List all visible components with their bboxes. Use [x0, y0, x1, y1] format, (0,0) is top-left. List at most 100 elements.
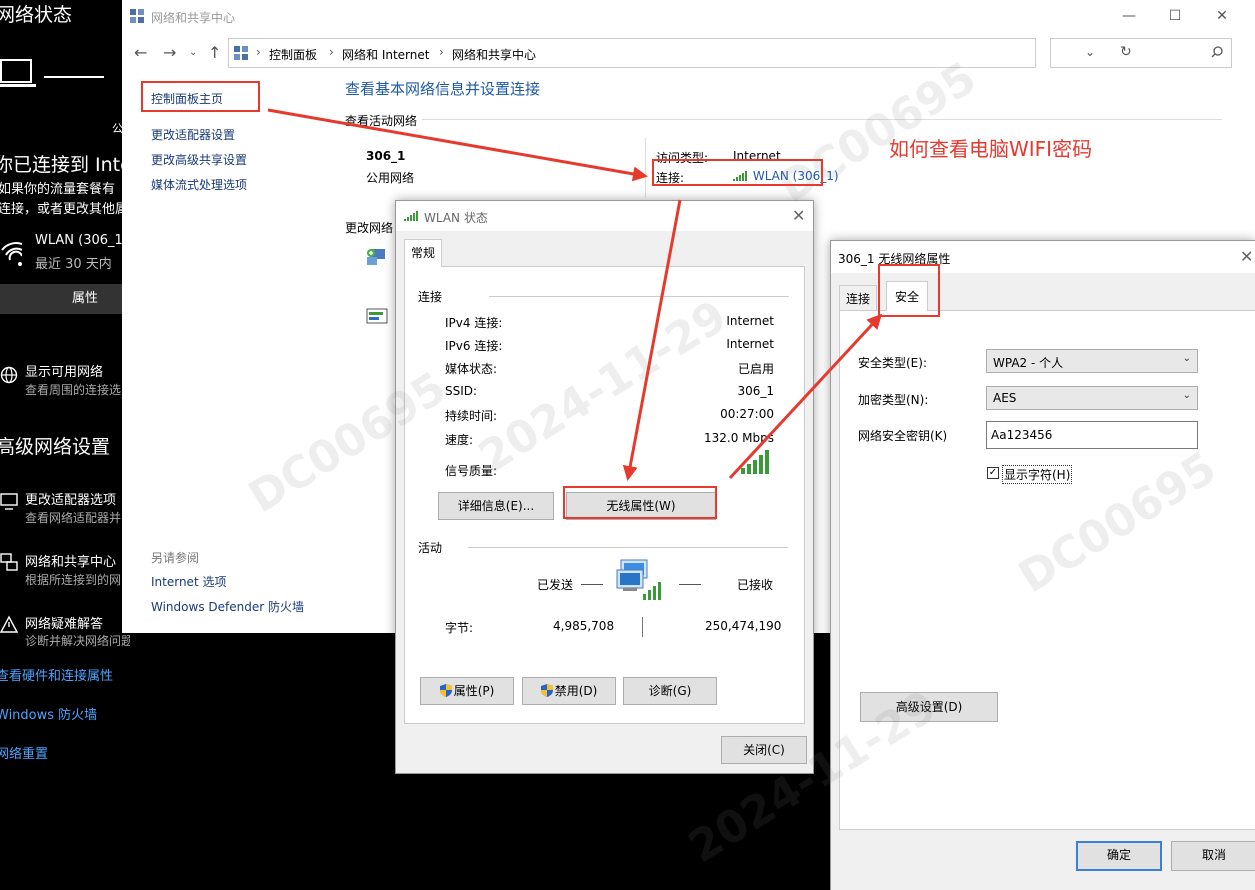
network-reset-link[interactable]: 网络重置	[0, 743, 48, 762]
desc-line-2: 连接，或者更改其他属	[0, 202, 129, 217]
encryption-type-label: 加密类型(N):	[858, 393, 929, 407]
divider	[422, 119, 1222, 120]
highlight-control-panel-home	[141, 81, 260, 112]
recent-dropdown-icon[interactable]: ⌄	[189, 47, 197, 58]
network-type: 公用网络	[366, 171, 415, 185]
globe-icon	[0, 366, 18, 384]
new-connection-icon[interactable]	[365, 245, 389, 269]
bytes-received-value: 250,474,190	[705, 619, 782, 633]
breadcrumb-separator: ›	[439, 45, 444, 59]
breadcrumb-separator: ›	[329, 45, 334, 59]
forward-icon[interactable]: →	[163, 43, 176, 62]
dialog-title: WLAN 状态	[424, 211, 488, 225]
tab-security[interactable]: 安全	[886, 281, 929, 311]
maximize-icon[interactable]: ☐	[1165, 8, 1185, 24]
close-icon[interactable]: ✕	[1240, 247, 1253, 266]
minimize-icon[interactable]: —	[1119, 8, 1139, 24]
speed-value: 132.0 Mbps	[703, 431, 774, 445]
network-name: 306_1	[366, 149, 406, 163]
control-panel-icon	[234, 46, 248, 60]
show-networks-title[interactable]: 显示可用网络	[25, 361, 103, 380]
search-input[interactable]	[1050, 38, 1232, 68]
uac-shield-icon	[439, 684, 452, 697]
encryption-type-value: AES	[993, 391, 1017, 405]
settings-network-status-panel: 网络状态 公 你已连接到 Inter 如果你的流量套餐有 连接，或者更改其他属 …	[0, 0, 130, 890]
nav-change-adapter[interactable]: 更改适配器设置	[151, 126, 235, 143]
troubleshoot-icon[interactable]	[365, 305, 389, 329]
breadcrumb-separator: ›	[256, 45, 261, 59]
see-also-label: 另请参阅	[151, 551, 200, 565]
duration-label: 持续时间:	[445, 409, 498, 423]
sharing-center-title[interactable]: 网络和共享中心	[25, 551, 116, 570]
hardware-properties-link[interactable]: 查看硬件和连接属性	[0, 665, 113, 684]
address-bar-row: ← → ⌄ ↑ › 控制面板 › 网络和 Internet › 网络和共享中心 …	[122, 32, 1255, 74]
back-icon[interactable]: ←	[134, 43, 147, 62]
ssid-value: 306_1	[737, 384, 774, 398]
internet-options-link[interactable]: Internet 选项	[151, 573, 226, 590]
show-characters-label[interactable]: 显示字符(H)	[1002, 465, 1073, 484]
advanced-network-heading: 高级网络设置	[0, 436, 111, 458]
show-characters-checkbox[interactable]: ✓	[987, 467, 999, 479]
divider	[468, 547, 788, 548]
details-button[interactable]: 详细信息(E)...	[438, 492, 554, 520]
troubleshoot-title[interactable]: 网络疑难解答	[25, 613, 103, 632]
divider	[679, 584, 701, 585]
divider	[489, 296, 789, 297]
breadcrumb-network-internet[interactable]: 网络和 Internet	[342, 46, 429, 63]
close-button[interactable]: 关闭(C)	[721, 736, 807, 764]
change-settings-label: 更改网络	[345, 221, 394, 235]
network-computers-icon	[616, 559, 661, 600]
ipv6-label: IPv6 连接:	[445, 339, 503, 353]
warning-icon	[0, 615, 18, 633]
breadcrumb-sharing-center[interactable]: 网络和共享中心	[452, 46, 536, 63]
received-label: 已接收	[737, 578, 774, 592]
up-icon[interactable]: ↑	[208, 43, 221, 62]
bytes-sent-value: 4,985,708	[553, 619, 615, 633]
properties-button[interactable]: 属性(P)	[420, 677, 514, 705]
address-bar[interactable]: › 控制面板 › 网络和 Internet › 网络和共享中心 ⌄ ↻	[228, 38, 1132, 68]
wlan-usage: 最近 30 天内	[35, 257, 112, 272]
nav-advanced-sharing[interactable]: 更改高级共享设置	[151, 151, 247, 168]
connection-line	[44, 76, 104, 78]
active-networks-label: 查看活动网络	[345, 114, 418, 128]
ssid-label: SSID:	[445, 384, 478, 398]
sent-label: 已发送	[537, 578, 574, 592]
adapter-options-sub: 查看网络适配器并	[25, 511, 122, 525]
show-networks-sub: 查看周围的连接选	[25, 383, 122, 397]
annotation-caption: 如何查看电脑WIFI密码	[889, 137, 1093, 161]
properties-button-label: 属性(P)	[453, 684, 495, 698]
diagnose-button[interactable]: 诊断(G)	[623, 677, 717, 705]
properties-button[interactable]: 属性	[0, 284, 130, 314]
security-key-label: 网络安全密钥(K)	[858, 429, 948, 443]
speed-label: 速度:	[445, 433, 474, 447]
breadcrumb-control-panel[interactable]: 控制面板	[269, 46, 317, 63]
signal-quality-label: 信号质量:	[445, 464, 498, 478]
cancel-button[interactable]: 取消	[1171, 841, 1255, 871]
defender-firewall-link[interactable]: Windows Defender 防火墙	[151, 598, 304, 615]
wireless-properties-dialog: 306_1 无线网络属性 ✕ 连接 安全 安全类型(E): WPA2 - 个人 …	[830, 240, 1255, 890]
bytes-label: 字节:	[445, 621, 474, 635]
close-icon[interactable]: ✕	[1212, 8, 1232, 24]
divider	[645, 138, 646, 198]
security-key-field[interactable]: Aa123456	[986, 421, 1198, 449]
signal-strength-icon	[741, 450, 769, 474]
media-state-label: 媒体状态:	[445, 362, 498, 376]
tab-connection[interactable]: 连接	[839, 285, 878, 310]
windows-firewall-link[interactable]: Windows 防火墙	[0, 704, 97, 723]
uac-shield-icon	[540, 684, 553, 697]
page-title: 查看基本网络信息并设置连接	[345, 80, 541, 98]
troubleshoot-sub: 诊断并解决网络问题。	[25, 634, 130, 648]
encryption-type-select[interactable]: AES ⌄	[986, 386, 1198, 410]
adapter-options-title[interactable]: 更改适配器选项	[25, 489, 116, 508]
disable-button[interactable]: 禁用(D)	[522, 677, 616, 705]
wlan-name[interactable]: WLAN (306_1)	[35, 233, 128, 248]
tab-general[interactable]: 常规	[404, 239, 443, 267]
monitor-icon	[0, 493, 18, 510]
security-type-select[interactable]: WPA2 - 个人 ⌄	[986, 349, 1198, 373]
ok-button[interactable]: 确定	[1076, 841, 1162, 871]
chevron-down-icon: ⌄	[1182, 353, 1191, 364]
close-icon[interactable]: ✕	[792, 206, 805, 225]
advanced-settings-button[interactable]: 高级设置(D)	[860, 692, 998, 722]
duration-value: 00:27:00	[720, 407, 774, 421]
nav-media-streaming[interactable]: 媒体流式处理选项	[151, 176, 247, 193]
